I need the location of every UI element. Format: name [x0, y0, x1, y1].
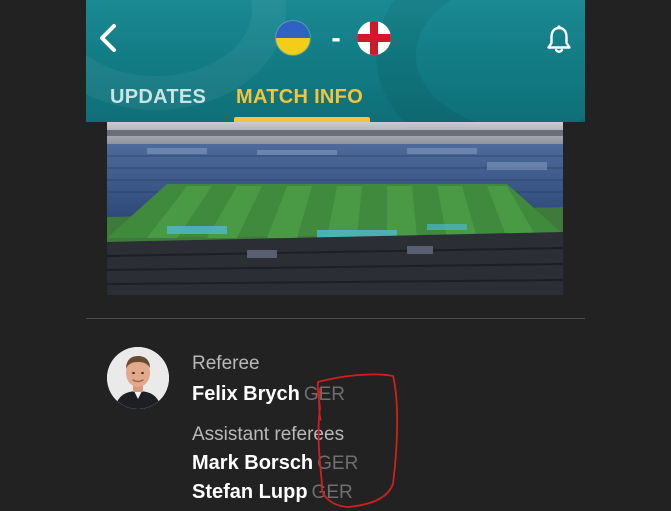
app-screen: - UPDATES MATCH INFO Referee Felix Brych… — [86, 0, 585, 511]
chevron-left-icon — [100, 24, 116, 52]
assistant-referees-label: Assistant referees — [192, 424, 345, 445]
stadium-photo — [107, 122, 563, 295]
referee-name-row: Felix Brych GER — [192, 383, 345, 406]
match-header: - UPDATES MATCH INFO — [86, 0, 585, 122]
header-decoration — [376, 0, 585, 122]
ukraine-flag-icon — [276, 21, 310, 55]
section-divider — [86, 318, 585, 319]
referee-avatar — [107, 347, 169, 409]
background-left — [0, 0, 86, 511]
background-right — [585, 0, 671, 511]
assistant-referee-nationality: GER — [311, 482, 353, 503]
referee-nationality: GER — [303, 384, 346, 405]
assistant-referee-name: Mark Borsch — [192, 452, 314, 474]
bell-icon — [547, 25, 571, 53]
back-button[interactable] — [94, 20, 124, 56]
assistant-referee-nationality: GER — [317, 453, 359, 474]
tab-match-info[interactable]: MATCH INFO — [236, 86, 363, 109]
tab-updates[interactable]: UPDATES — [110, 86, 206, 109]
referee-portrait — [107, 347, 169, 409]
referee-name: Felix Brych — [192, 383, 300, 405]
stadium-illustration — [107, 122, 563, 295]
england-flag-icon — [357, 21, 391, 55]
assistant-referee-row: Stefan Lupp GER — [192, 481, 353, 504]
assistant-referee-name: Stefan Lupp — [192, 481, 308, 503]
assistant-referee-row: Mark Borsch GER — [192, 452, 358, 475]
score-separator: - — [331, 22, 341, 53]
notifications-button[interactable] — [544, 24, 574, 56]
referee-label: Referee — [192, 353, 260, 374]
